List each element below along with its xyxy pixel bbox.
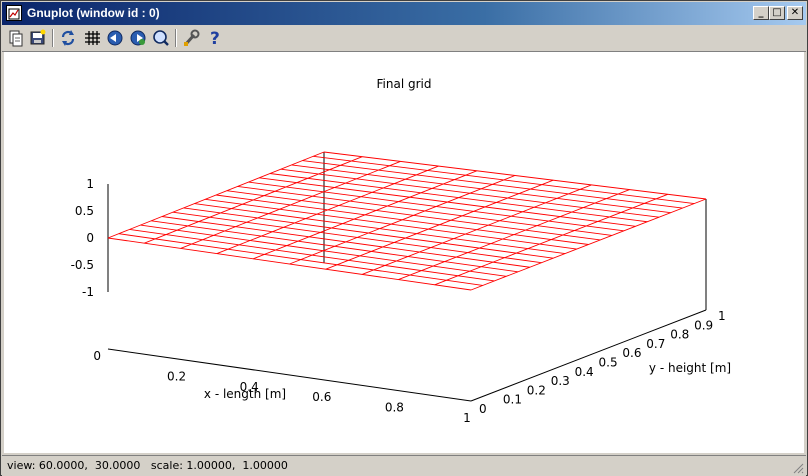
gnuplot-window: Gnuplot (window id : 0) _ □ ✕ ? Final gr…	[0, 0, 808, 476]
close-icon: ✕	[790, 7, 800, 18]
zoom-previous-icon	[107, 30, 123, 46]
y-tick-mark	[511, 382, 518, 383]
print-icon	[30, 29, 46, 45]
surface-plot: Final grid 0.20.40.60.81 00.10.20.30.40.…	[71, 77, 732, 425]
x-tick-mark	[398, 388, 405, 391]
x-tick-mark	[290, 372, 297, 375]
print-button[interactable]	[28, 28, 48, 48]
x-tick-mark	[144, 352, 151, 355]
y-tick-mark	[651, 327, 659, 328]
plot-canvas[interactable]: Final grid 0.2 0.4 0.6 0.8 1 0 0.1 0.2 0.3 0.4 0.…	[4, 52, 804, 453]
autoscale-icon	[153, 30, 169, 46]
z-tick-label: 1	[86, 177, 94, 191]
status-bar: view: 60.0000, 30.0000 scale: 1.00000, 1…	[2, 455, 806, 476]
clipboard-icon	[9, 30, 23, 47]
close-button[interactable]: ✕	[787, 6, 803, 20]
y-tick-mark	[487, 391, 494, 392]
surface-line-y	[302, 160, 683, 209]
minimize-button[interactable]: _	[753, 6, 769, 20]
surface-line-y	[313, 155, 695, 204]
y-tick-label: 0.4	[575, 365, 594, 379]
y-tick-label: 0.2	[527, 383, 546, 397]
x-tick-mark	[435, 393, 442, 396]
surface-line-y	[291, 164, 671, 214]
y-tick-label: 0.6	[622, 346, 641, 360]
z-tick-label: -1	[82, 285, 94, 299]
x-tick-mark	[326, 378, 333, 381]
surface-mesh	[107, 151, 707, 291]
y-tick-label: 0	[479, 402, 487, 416]
y-tick-mark	[628, 336, 636, 337]
surface-line-y	[323, 151, 707, 200]
x-tick-mark	[362, 383, 369, 386]
z-tick-label: -0.5	[71, 258, 94, 272]
help-icon: ?	[210, 29, 220, 49]
title-bar[interactable]: Gnuplot (window id : 0) _ □ ✕	[2, 2, 806, 25]
surface-line-y	[280, 168, 660, 218]
y-axis-label: y - height [m]	[649, 361, 731, 375]
x-tick-label: 1	[463, 411, 471, 425]
z-tick-label: 0.5	[75, 204, 94, 218]
x-tick-label: 0.8	[385, 401, 404, 415]
toolbar-separator	[175, 29, 177, 47]
status-text: view: 60.0000, 30.0000 scale: 1.00000, 1…	[7, 459, 288, 472]
x-tick-mark	[181, 357, 188, 360]
toolbar-separator	[52, 29, 54, 47]
y-tick-mark	[675, 318, 683, 319]
x-axis-ticks: 0.20.40.60.81	[144, 352, 471, 425]
maximize-icon: □	[772, 7, 782, 18]
x-tick-mark	[398, 388, 405, 391]
gnuplot-app-icon	[6, 5, 22, 21]
plot-back-edges	[107, 152, 707, 310]
refresh-icon	[61, 30, 75, 46]
y-tick-label: 0.5	[599, 356, 618, 370]
z-base-label: 0	[93, 349, 101, 363]
y-tick-label: 0.9	[694, 318, 713, 332]
x-tick-mark	[181, 357, 188, 360]
minimize-icon: _	[758, 7, 764, 18]
grid-icon	[85, 31, 100, 45]
y-tick-mark	[558, 364, 565, 365]
copy-to-clipboard-button[interactable]	[6, 28, 26, 48]
x-tick-mark	[253, 367, 260, 370]
y-tick-label: 0.3	[551, 374, 570, 388]
zoom-next-button[interactable]	[128, 28, 148, 48]
zoom-next-icon	[130, 30, 146, 46]
x-axis-label: x - length [m]	[204, 387, 286, 401]
x-tick-mark	[326, 378, 333, 381]
z-tick-label: 0	[86, 231, 94, 245]
chart-title: Final grid	[377, 77, 432, 91]
y-tick-label: 0.1	[503, 393, 522, 407]
window-title: Gnuplot (window id : 0)	[27, 6, 160, 20]
y-tick-label: 0.7	[646, 337, 665, 351]
replot-button[interactable]	[58, 28, 78, 48]
options-button[interactable]	[181, 28, 201, 48]
x-tick-label: 0.6	[312, 390, 331, 404]
y-tick-mark	[534, 373, 541, 374]
resize-grip-icon[interactable]	[792, 462, 804, 474]
y-tick-mark	[698, 309, 706, 310]
x-tick-mark	[217, 362, 224, 365]
x-tick-mark	[253, 367, 260, 370]
svg-text:?: ?	[210, 29, 220, 48]
y-tick-mark	[605, 345, 612, 346]
toolbar: ?	[2, 25, 806, 52]
y-tick-label: 1	[718, 309, 726, 323]
y-tick-label: 0.8	[670, 328, 689, 342]
help-button[interactable]: ?	[205, 28, 225, 49]
wrench-icon	[184, 29, 200, 46]
y-tick-mark	[581, 355, 588, 356]
maximize-button[interactable]: □	[769, 6, 785, 20]
zoom-previous-button[interactable]	[105, 28, 125, 48]
x-tick-label: 0.2	[167, 369, 186, 383]
autoscale-button[interactable]	[151, 28, 171, 48]
toggle-grid-button[interactable]	[82, 28, 102, 48]
